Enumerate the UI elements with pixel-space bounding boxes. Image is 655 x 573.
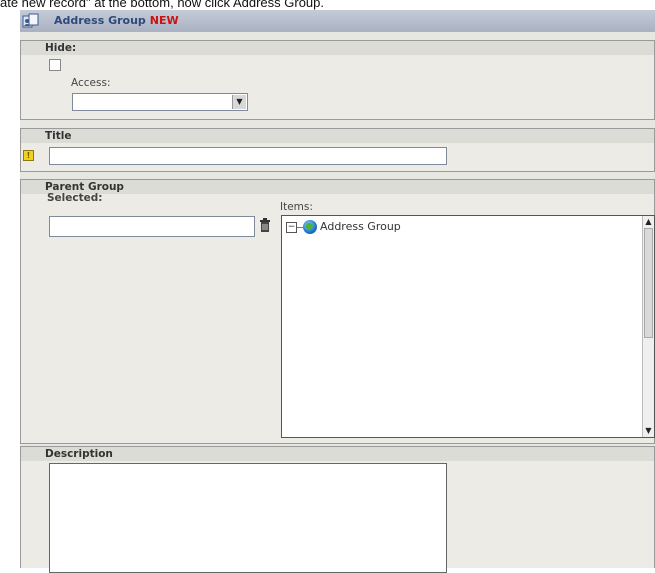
- hide-checkbox[interactable]: [49, 59, 61, 71]
- collapse-icon[interactable]: −: [286, 221, 297, 233]
- description-label: Description: [21, 447, 654, 461]
- record-icon: [22, 13, 39, 28]
- title-input[interactable]: [49, 147, 447, 165]
- scroll-thumb[interactable]: [644, 228, 653, 338]
- access-label: Access:: [71, 77, 111, 89]
- selected-input[interactable]: [49, 216, 255, 237]
- hide-label: Hide:: [21, 41, 654, 55]
- hide-section: Hide: Access: ▼: [20, 40, 655, 120]
- tree-item-address-group[interactable]: − Address Group: [286, 220, 401, 234]
- instruction-caption: ate new record" at the bottom, now click…: [0, 0, 324, 10]
- items-label: Items:: [280, 201, 313, 213]
- parent-group-label: Parent Group: [21, 180, 654, 194]
- description-textarea[interactable]: [49, 463, 447, 573]
- scroll-up-icon[interactable]: ▲: [643, 216, 654, 228]
- description-section: Description: [20, 446, 655, 573]
- tree-scrollbar[interactable]: ▲ ▼: [642, 216, 654, 437]
- required-icon: !: [23, 150, 34, 161]
- record-titlebar: Address Group NEW: [20, 10, 655, 33]
- selected-label: Selected:: [47, 192, 103, 204]
- title-section: Title !: [20, 128, 655, 172]
- record-title: Address Group NEW: [54, 14, 179, 27]
- access-select[interactable]: ▼: [72, 93, 248, 111]
- trash-icon[interactable]: [259, 218, 271, 232]
- chevron-down-icon[interactable]: ▼: [232, 95, 246, 109]
- globe-icon: [303, 220, 317, 234]
- tree-item-label[interactable]: Address Group: [320, 220, 401, 233]
- new-badge: NEW: [149, 14, 179, 27]
- title-label: Title: [21, 129, 654, 143]
- items-tree[interactable]: − Address Group ▲ ▼: [281, 215, 655, 438]
- parent-group-section: Parent Group Selected: Items: − Address G…: [20, 179, 655, 444]
- scroll-down-icon[interactable]: ▼: [643, 425, 654, 437]
